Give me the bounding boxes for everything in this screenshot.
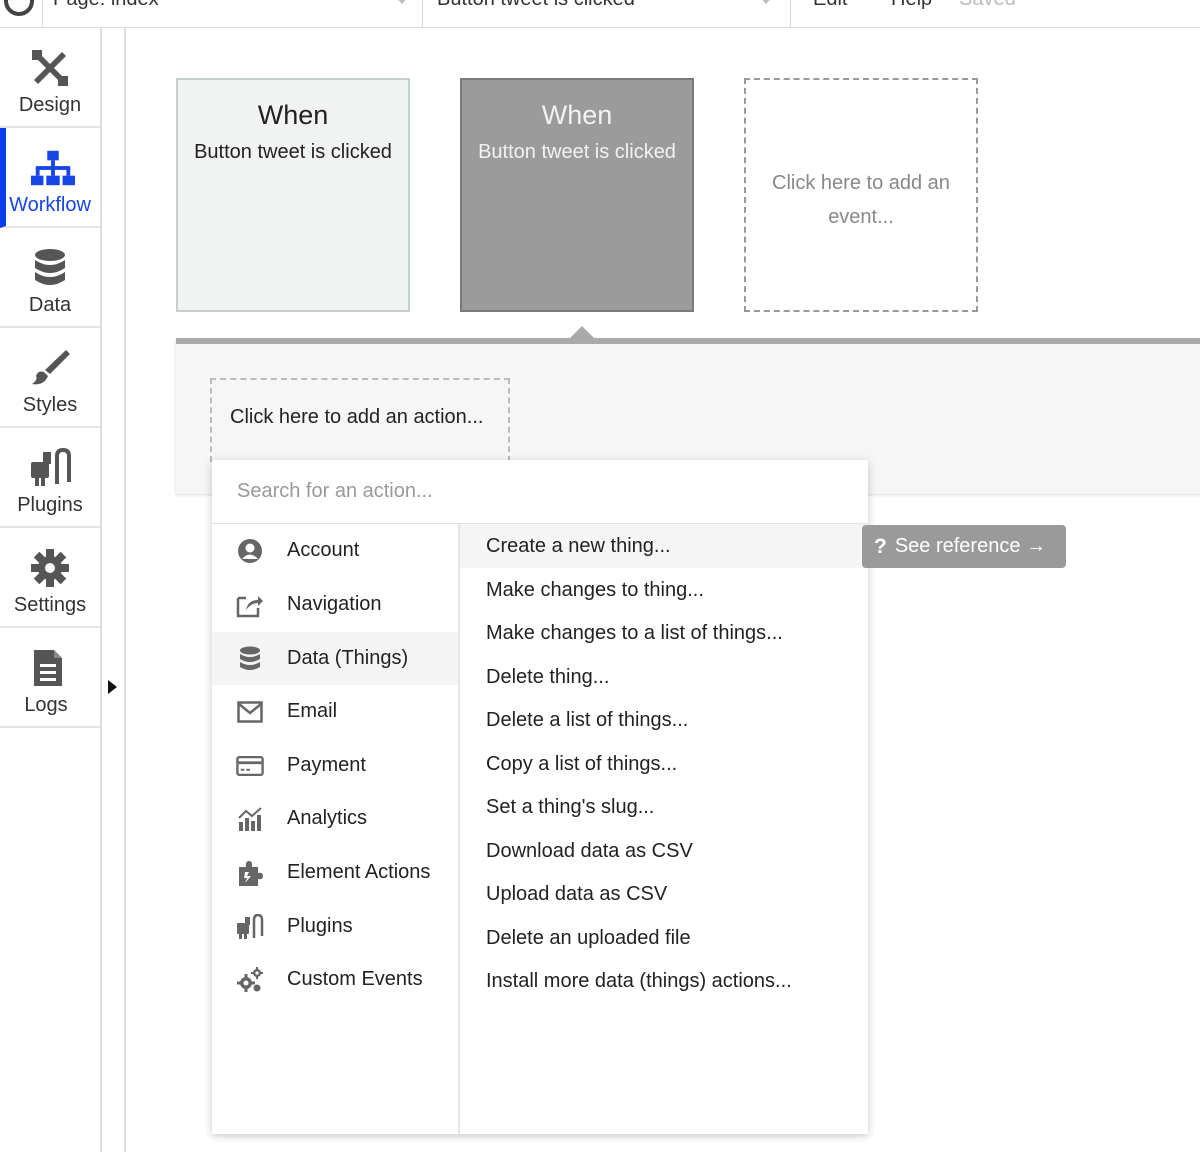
category-data-things[interactable]: Data (Things) xyxy=(212,632,458,685)
event-card-2-selected[interactable]: When Button tweet is clicked xyxy=(460,78,694,312)
sidebar-item-label: Design xyxy=(18,94,82,116)
action-set-slug[interactable]: Set a thing's slug... xyxy=(460,785,868,829)
plug-icon xyxy=(236,913,264,941)
account-icon xyxy=(236,537,264,565)
action-list: Create a new thing... Make changes to th… xyxy=(460,524,868,1134)
category-label: Analytics xyxy=(287,807,368,829)
help-icon: ? xyxy=(874,534,887,558)
navigation-icon xyxy=(236,591,264,619)
sidebar-item-label: Settings xyxy=(13,594,87,616)
sidebar-item-plugins[interactable]: Plugins xyxy=(0,428,100,528)
action-create-new-thing[interactable]: Create a new thing... xyxy=(460,524,868,568)
add-event-card[interactable]: Click here to add an event... xyxy=(744,78,978,312)
add-event-label: Click here to add an event... xyxy=(772,172,950,228)
event-card-subtitle: Button tweet is clicked xyxy=(478,141,676,163)
sidebar-item-label: Styles xyxy=(22,394,78,416)
category-element-actions[interactable]: Element Actions xyxy=(212,846,458,899)
gears-icon xyxy=(236,966,264,994)
analytics-icon xyxy=(236,805,264,833)
sidebar: Design Workflow Data Styles Plugins Sett… xyxy=(0,28,102,1152)
chevron-down-icon xyxy=(395,0,409,4)
sidebar-item-styles[interactable]: Styles xyxy=(0,328,100,428)
plug-icon xyxy=(28,446,72,490)
event-card-title: When xyxy=(257,100,329,130)
category-label: Plugins xyxy=(287,915,353,937)
page-selector-label: Page: index xyxy=(53,0,159,11)
action-delete-uploaded-file[interactable]: Delete an uploaded file xyxy=(460,916,868,960)
credit-card-icon xyxy=(236,752,264,780)
see-reference-label: See reference → xyxy=(894,535,1047,557)
action-category-list: Account Navigation Data (Things) Email P… xyxy=(212,524,460,1134)
chevron-down-icon xyxy=(759,0,773,4)
menu-help[interactable]: Help xyxy=(891,0,932,11)
category-label: Element Actions xyxy=(287,861,431,883)
panel-pointer xyxy=(570,326,594,338)
action-picker-dropdown: Account Navigation Data (Things) Email xyxy=(212,460,868,1134)
brush-icon xyxy=(28,346,72,390)
action-make-changes-to-list[interactable]: Make changes to a list of things... xyxy=(460,611,868,655)
category-label: Account xyxy=(287,539,360,561)
category-label: Email xyxy=(287,700,338,722)
category-payment[interactable]: Payment xyxy=(212,739,458,792)
sidebar-item-workflow[interactable]: Workflow xyxy=(0,128,100,228)
collapse-arrow-icon[interactable] xyxy=(108,680,117,694)
gear-icon xyxy=(28,546,72,590)
category-label: Navigation xyxy=(287,593,382,615)
sidebar-item-design[interactable]: Design xyxy=(0,28,100,128)
save-status: Saved xyxy=(959,0,1016,11)
sidebar-item-label: Workflow xyxy=(9,194,91,216)
action-search-input[interactable] xyxy=(212,460,868,524)
canvas-divider xyxy=(124,28,126,1152)
category-custom-events[interactable]: Custom Events xyxy=(212,953,458,1006)
email-icon xyxy=(236,698,264,726)
design-icon xyxy=(28,46,72,90)
event-card-subtitle: Button tweet is clicked xyxy=(194,141,392,163)
document-icon xyxy=(26,646,70,690)
category-label: Payment xyxy=(287,754,366,776)
action-install-more[interactable]: Install more data (things) actions... xyxy=(460,959,868,1003)
sidebar-item-logs[interactable]: Logs xyxy=(0,628,100,728)
sidebar-item-data[interactable]: Data xyxy=(0,228,100,328)
puzzle-icon xyxy=(236,859,264,887)
sidebar-item-settings[interactable]: Settings xyxy=(0,528,100,628)
database-icon xyxy=(236,645,264,673)
event-selector[interactable]: Button tweet is clicked xyxy=(422,0,790,28)
sidebar-item-label: Plugins xyxy=(17,494,83,516)
action-download-csv[interactable]: Download data as CSV xyxy=(460,829,868,873)
action-delete-thing[interactable]: Delete thing... xyxy=(460,655,868,699)
app-root: Page: index Button tweet is clicked Edit… xyxy=(0,0,1200,1152)
page-selector[interactable]: Page: index xyxy=(42,0,422,28)
bubble-logo-icon[interactable] xyxy=(4,0,34,16)
category-plugins[interactable]: Plugins xyxy=(212,900,458,953)
category-email[interactable]: Email xyxy=(212,685,458,738)
action-upload-csv[interactable]: Upload data as CSV xyxy=(460,872,868,916)
see-reference-button[interactable]: ? See reference → xyxy=(862,525,1066,568)
top-bar: Page: index Button tweet is clicked Edit… xyxy=(0,0,1200,28)
sidebar-item-label: Data xyxy=(28,294,72,316)
category-account[interactable]: Account xyxy=(212,524,458,577)
category-label: Data (Things) xyxy=(287,647,409,669)
top-menu: Edit Help Saved xyxy=(790,0,1200,28)
event-card-1[interactable]: When Button tweet is clicked xyxy=(176,78,410,312)
event-selector-label: Button tweet is clicked xyxy=(437,0,635,11)
workflow-icon xyxy=(31,146,75,190)
sidebar-item-label: Logs xyxy=(24,694,68,716)
menu-edit[interactable]: Edit xyxy=(813,0,847,11)
add-action-button[interactable]: Click here to add an action... xyxy=(210,378,510,462)
category-analytics[interactable]: Analytics xyxy=(212,792,458,845)
action-delete-list[interactable]: Delete a list of things... xyxy=(460,698,868,742)
category-navigation[interactable]: Navigation xyxy=(212,578,458,631)
category-label: Custom Events xyxy=(287,968,423,990)
event-card-title: When xyxy=(541,100,613,130)
database-icon xyxy=(28,246,72,290)
action-make-changes-to-thing[interactable]: Make changes to thing... xyxy=(460,568,868,612)
action-copy-list[interactable]: Copy a list of things... xyxy=(460,742,868,786)
